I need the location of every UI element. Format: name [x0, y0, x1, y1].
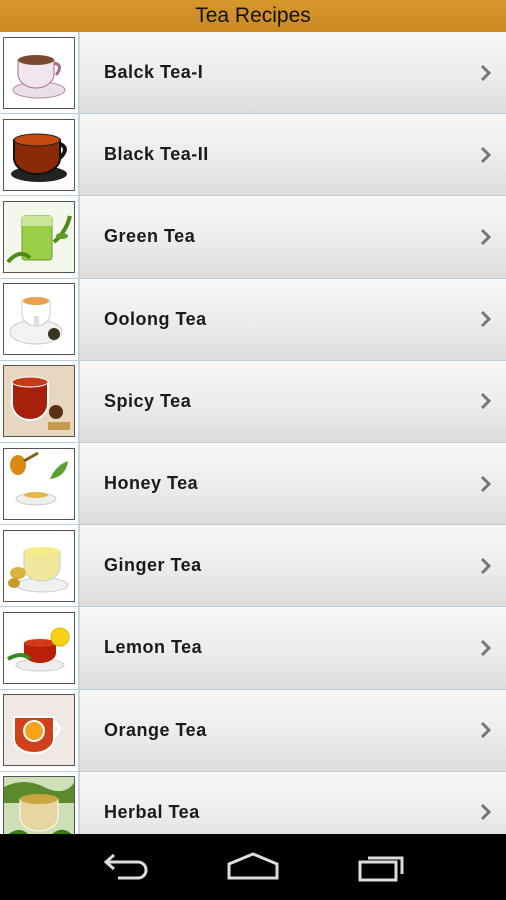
list-item-herbal-tea[interactable]: Herbal Tea	[0, 771, 506, 834]
item-label: Orange Tea	[104, 719, 207, 740]
item-label: Honey Tea	[104, 473, 199, 494]
chevron-right-icon	[466, 690, 506, 771]
item-label: Lemon Tea	[104, 637, 203, 658]
home-icon	[227, 852, 279, 880]
chevron-right-icon	[466, 32, 506, 113]
item-label: Ginger Tea	[104, 555, 202, 576]
back-icon	[104, 853, 148, 880]
system-nav-bar	[0, 834, 506, 900]
item-label: Oolong Tea	[104, 308, 207, 329]
list-item-honey-tea[interactable]: Honey Tea	[0, 442, 506, 526]
black-tea-glass-image	[3, 118, 75, 191]
chevron-right-icon	[466, 196, 506, 277]
lemon-tea-image	[3, 611, 75, 684]
honey-tea-image	[3, 447, 75, 520]
app-title-bar: Tea Recipes	[0, 0, 506, 32]
oolong-tea-image	[3, 283, 75, 356]
item-label: Spicy Tea	[104, 390, 192, 411]
ginger-tea-image	[3, 529, 75, 602]
chevron-right-icon	[466, 772, 506, 834]
item-label: Green Tea	[104, 226, 196, 247]
chevron-right-icon	[466, 607, 506, 688]
orange-tea-image	[3, 694, 75, 767]
list-item-black-tea-ii[interactable]: Black Tea-II	[0, 114, 506, 197]
chevron-right-icon	[466, 525, 506, 606]
list-item-green-tea[interactable]: Green Tea	[0, 196, 506, 279]
item-label: Herbal Tea	[104, 801, 200, 822]
green-tea-image	[3, 200, 75, 273]
item-label: Black Tea-II	[104, 144, 209, 165]
tea-recipe-list[interactable]: Balck Tea-I Black Tea-II Green Tea Oolon…	[0, 32, 506, 834]
list-item-balck-tea-i[interactable]: Balck Tea-I	[0, 32, 506, 115]
recent-apps-button[interactable]	[347, 842, 417, 892]
list-item-orange-tea[interactable]: Orange Tea	[0, 689, 506, 772]
black-tea-cup-image	[3, 36, 75, 109]
chevron-right-icon	[466, 443, 506, 524]
list-item-oolong-tea[interactable]: Oolong Tea	[0, 278, 506, 361]
back-button[interactable]	[89, 842, 159, 892]
chevron-right-icon	[466, 361, 506, 442]
list-item-lemon-tea[interactable]: Lemon Tea	[0, 607, 506, 690]
chevron-right-icon	[466, 114, 506, 195]
list-item-ginger-tea[interactable]: Ginger Tea	[0, 525, 506, 608]
spicy-tea-image	[3, 365, 75, 438]
chevron-right-icon	[466, 279, 506, 360]
list-item-spicy-tea[interactable]: Spicy Tea	[0, 360, 506, 443]
herbal-tea-image	[3, 776, 75, 834]
home-button[interactable]	[218, 842, 288, 892]
item-label: Balck Tea-I	[104, 62, 204, 83]
recent-apps-icon	[358, 856, 404, 882]
page-title: Tea Recipes	[195, 4, 311, 27]
